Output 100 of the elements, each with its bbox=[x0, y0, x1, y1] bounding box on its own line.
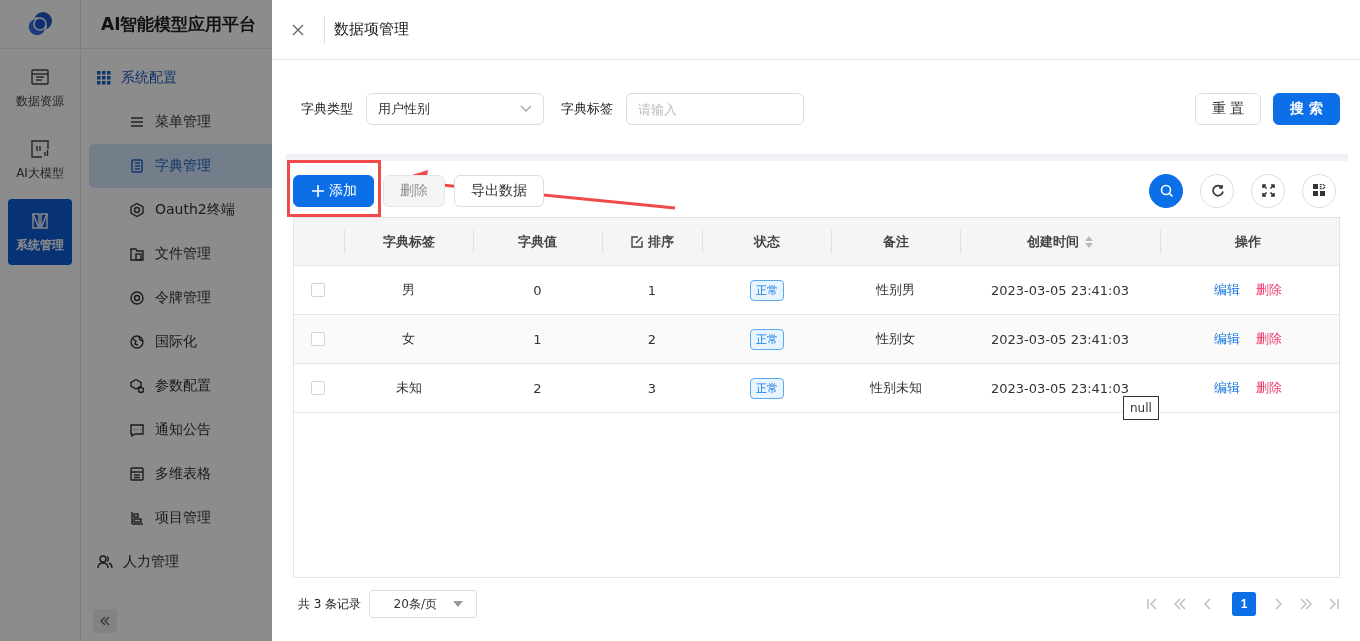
menu-item[interactable]: 通知公告 bbox=[89, 408, 272, 452]
last-page-button[interactable] bbox=[1328, 598, 1340, 610]
table-cell: 女 bbox=[402, 330, 415, 348]
gear-icon bbox=[129, 378, 145, 394]
edit-icon bbox=[630, 235, 643, 248]
table-cell: 未知 bbox=[395, 379, 422, 397]
table-cell: 2023-03-05 23:41:03 bbox=[990, 380, 1130, 396]
total-count: 共 3 条记录 bbox=[298, 595, 362, 613]
delete-link[interactable]: 删除 bbox=[1256, 281, 1282, 299]
double-chevron-right-icon bbox=[1300, 598, 1312, 610]
table-cell: 3 bbox=[647, 380, 657, 396]
status-tag: 正常 bbox=[749, 328, 784, 350]
select-field[interactable]: 用户性别 bbox=[366, 93, 544, 125]
double-chevron-icon bbox=[99, 615, 111, 627]
panels-icon bbox=[30, 210, 50, 231]
fullscreen-button[interactable] bbox=[1251, 173, 1285, 208]
rail-item[interactable]: AI大模型 bbox=[8, 127, 72, 193]
table-icon bbox=[30, 66, 50, 87]
columns-button[interactable] bbox=[1302, 173, 1336, 208]
caret-down-icon bbox=[452, 601, 463, 607]
rail-item[interactable]: 系统管理 bbox=[8, 199, 72, 265]
table-cell: 2023-03-05 23:41:03 bbox=[990, 282, 1130, 298]
row-checkbox[interactable] bbox=[311, 381, 325, 395]
search-button[interactable]: 搜 索 bbox=[1273, 93, 1340, 125]
table-cell: 男 bbox=[402, 281, 415, 299]
edit-link[interactable]: 编辑 bbox=[1214, 379, 1240, 397]
menu-item[interactable]: 参数配置 bbox=[89, 364, 272, 408]
plus-icon bbox=[312, 184, 324, 197]
add-button[interactable]: 添加 bbox=[293, 174, 374, 207]
ai-chip-icon bbox=[30, 138, 50, 159]
collapse-button[interactable] bbox=[93, 609, 117, 633]
bars-icon bbox=[129, 510, 145, 526]
reset-button[interactable]: 重 置 bbox=[1194, 93, 1262, 125]
table-cell: 性别未知 bbox=[869, 379, 922, 397]
edit-link[interactable]: 编辑 bbox=[1214, 330, 1240, 348]
input-field[interactable]: 请输入 bbox=[626, 93, 804, 125]
first-page-button[interactable] bbox=[1146, 598, 1158, 610]
expand-icon bbox=[1261, 184, 1275, 197]
table-cell: 1 bbox=[533, 331, 542, 347]
search-button[interactable] bbox=[1149, 173, 1183, 208]
column-header[interactable]: 创建时间 bbox=[960, 218, 1160, 265]
column-header: 排序 bbox=[602, 218, 702, 265]
menu-group[interactable]: 人力管理 bbox=[81, 540, 272, 584]
menu-item[interactable]: Oauth2终端 bbox=[89, 188, 272, 232]
table-cell: 0 bbox=[533, 282, 542, 298]
row-checkbox[interactable] bbox=[311, 332, 325, 346]
menu-item[interactable]: 项目管理 bbox=[89, 496, 272, 540]
rail-item[interactable]: 数据资源 bbox=[8, 55, 72, 121]
chevron-down-icon bbox=[520, 105, 532, 113]
page-button[interactable]: 1 bbox=[1232, 592, 1256, 616]
field-label: 字典类型 bbox=[301, 100, 353, 118]
double-chevron-right-button[interactable] bbox=[1300, 598, 1312, 610]
drawer-title: 数据项管理 bbox=[334, 20, 409, 39]
tooltip: null bbox=[1123, 396, 1159, 420]
chat-icon bbox=[129, 422, 145, 438]
edit-link[interactable]: 编辑 bbox=[1214, 281, 1240, 299]
status-tag: 正常 bbox=[749, 377, 784, 399]
refresh-icon bbox=[1210, 184, 1224, 197]
double-chevron-left-icon bbox=[1174, 598, 1186, 610]
globe-icon bbox=[129, 334, 145, 350]
table-cell: 性别男 bbox=[876, 281, 915, 299]
grid-icon bbox=[97, 71, 111, 85]
hexagon-icon bbox=[129, 202, 145, 218]
field-label: 字典标签 bbox=[561, 100, 613, 118]
target-icon bbox=[129, 290, 145, 306]
menu-item[interactable]: 文件管理 bbox=[89, 232, 272, 276]
refresh-button[interactable] bbox=[1200, 173, 1234, 208]
menu-item[interactable]: 国际化 bbox=[89, 320, 272, 364]
export-button[interactable]: 导出数据 bbox=[454, 174, 544, 207]
delete-link[interactable]: 删除 bbox=[1256, 330, 1282, 348]
column-header: 字典标签 bbox=[344, 218, 473, 265]
row-checkbox[interactable] bbox=[311, 283, 325, 297]
menu-item[interactable]: 多维表格 bbox=[89, 452, 272, 496]
table-cell: 2 bbox=[647, 331, 657, 347]
table-cell: 性别女 bbox=[876, 330, 915, 348]
close-icon bbox=[292, 23, 304, 36]
column-header: 操作 bbox=[1160, 218, 1336, 265]
sort-icon bbox=[1083, 234, 1094, 249]
menu-item[interactable]: 令牌管理 bbox=[89, 276, 272, 320]
column-header: 状态 bbox=[702, 218, 831, 265]
search-icon bbox=[1159, 184, 1173, 197]
column-header: 备注 bbox=[831, 218, 960, 265]
last-page-icon bbox=[1328, 598, 1340, 610]
table-cell: 2023-03-05 23:41:03 bbox=[990, 331, 1130, 347]
delete-link[interactable]: 删除 bbox=[1256, 379, 1282, 397]
table-icon bbox=[129, 466, 145, 482]
people-icon bbox=[97, 554, 113, 570]
page-size-select[interactable]: 20条/页 bbox=[369, 590, 478, 618]
column-header: 字典值 bbox=[473, 218, 602, 265]
list-icon bbox=[129, 114, 145, 130]
folder-icon bbox=[129, 246, 145, 262]
menu-group[interactable]: 系统配置 bbox=[81, 56, 272, 100]
book-icon bbox=[129, 158, 145, 174]
menu-item[interactable]: 菜单管理 bbox=[89, 100, 272, 144]
columns-icon bbox=[1312, 184, 1326, 197]
double-chevron-left-button[interactable] bbox=[1174, 598, 1186, 610]
first-page-icon bbox=[1146, 598, 1158, 610]
logo-icon bbox=[25, 10, 55, 38]
table-cell: 2 bbox=[533, 380, 542, 396]
menu-item[interactable]: 字典管理 bbox=[89, 144, 272, 188]
